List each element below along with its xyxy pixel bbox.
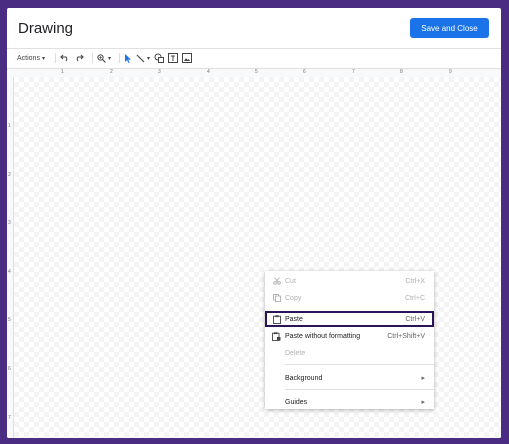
menu-item-label: Delete — [285, 349, 306, 357]
left-ruler: 1 2 3 4 5 6 7 — [7, 77, 14, 438]
cut-icon — [272, 277, 281, 286]
paste-icon — [272, 314, 281, 324]
undo-button[interactable] — [60, 51, 70, 65]
submenu-arrow-icon: ▸ — [421, 399, 425, 406]
menu-item-shortcut: Ctrl+X — [405, 277, 425, 285]
chevron-down-icon: ▾ — [147, 55, 151, 62]
redo-icon — [76, 54, 84, 62]
menu-item-shortcut: Ctrl+C — [404, 294, 425, 302]
ruler-label: 4 — [207, 69, 210, 75]
menu-item-shortcut: Ctrl+V — [405, 315, 425, 323]
insert-image-button[interactable] — [182, 51, 193, 65]
ruler-label: 1 — [61, 69, 64, 75]
menu-divider — [285, 364, 434, 365]
redo-button[interactable] — [74, 51, 84, 65]
menu-item-copy[interactable]: Copy Ctrl+C — [265, 291, 434, 305]
image-icon — [182, 53, 193, 63]
ruler-label: 3 — [8, 220, 11, 226]
ruler-label: 5 — [8, 317, 11, 323]
menu-item-label: Background — [285, 374, 323, 382]
menu-item-shortcut: Ctrl+Shift+V — [387, 332, 425, 340]
toolbar-separator — [91, 53, 93, 63]
actions-label: Actions — [17, 54, 40, 62]
ruler-label: 5 — [255, 69, 258, 75]
line-icon — [136, 54, 145, 62]
menu-item-paste[interactable]: Paste Ctrl+V — [265, 311, 434, 327]
ruler-label: 7 — [352, 69, 355, 75]
chevron-down-icon: ▾ — [41, 55, 45, 62]
menu-item-label: Paste — [285, 315, 303, 323]
menu-item-guides[interactable]: Guides ▸ — [265, 395, 434, 409]
zoom-button[interactable]: ▾ — [97, 51, 111, 65]
save-and-close-button[interactable]: Save and Close — [410, 18, 489, 38]
zoom-icon — [97, 53, 106, 63]
menu-item-paste-without-formatting[interactable]: Paste without formatting Ctrl+Shift+V — [265, 329, 434, 343]
menu-item-label: Guides — [285, 398, 308, 406]
menu-divider — [285, 389, 434, 390]
menu-item-label: Copy — [285, 294, 302, 302]
actions-menu-button[interactable]: Actions ▾ — [17, 51, 45, 65]
menu-item-cut[interactable]: Cut Ctrl+X — [265, 274, 434, 288]
undo-icon — [60, 54, 68, 62]
text-box-button[interactable] — [168, 51, 179, 65]
toolbar-separator — [54, 53, 56, 63]
ruler-label: 9 — [449, 69, 452, 75]
menu-item-delete[interactable]: Delete — [265, 346, 434, 360]
drawing-dialog: Drawing Save and Close Actions ▾ ▾ ▾ 1 2… — [7, 8, 501, 438]
menu-item-background[interactable]: Background ▸ — [265, 371, 434, 385]
ruler-label: 2 — [8, 172, 11, 178]
menu-item-label: Cut — [285, 277, 296, 285]
line-tool-button[interactable]: ▾ — [136, 51, 150, 65]
text-box-icon — [168, 53, 179, 63]
cursor-icon — [125, 53, 131, 63]
select-tool-button[interactable] — [124, 51, 132, 65]
toolbar-separator — [119, 53, 120, 63]
ruler-label: 3 — [158, 69, 161, 75]
menu-item-label: Paste without formatting — [285, 332, 361, 340]
ruler-label: 4 — [8, 269, 11, 275]
ruler-label: 8 — [400, 69, 403, 75]
submenu-arrow-icon: ▸ — [421, 375, 425, 382]
shape-tool-button[interactable] — [154, 51, 165, 65]
shape-icon — [154, 53, 165, 63]
toolbar: Actions ▾ ▾ ▾ — [7, 49, 501, 67]
ruler-label: 2 — [110, 69, 113, 75]
ruler-label: 7 — [8, 415, 11, 421]
ruler-label: 6 — [303, 69, 306, 75]
ruler-label: 6 — [8, 366, 11, 372]
context-menu: Cut Ctrl+X Copy Ctrl+C Paste Ctrl+V Past… — [265, 271, 434, 409]
paste-plain-icon — [272, 331, 281, 341]
chevron-down-icon: ▾ — [107, 55, 111, 62]
copy-icon — [272, 294, 281, 303]
dialog-title: Drawing — [18, 20, 74, 37]
ruler-label: 1 — [8, 123, 11, 129]
